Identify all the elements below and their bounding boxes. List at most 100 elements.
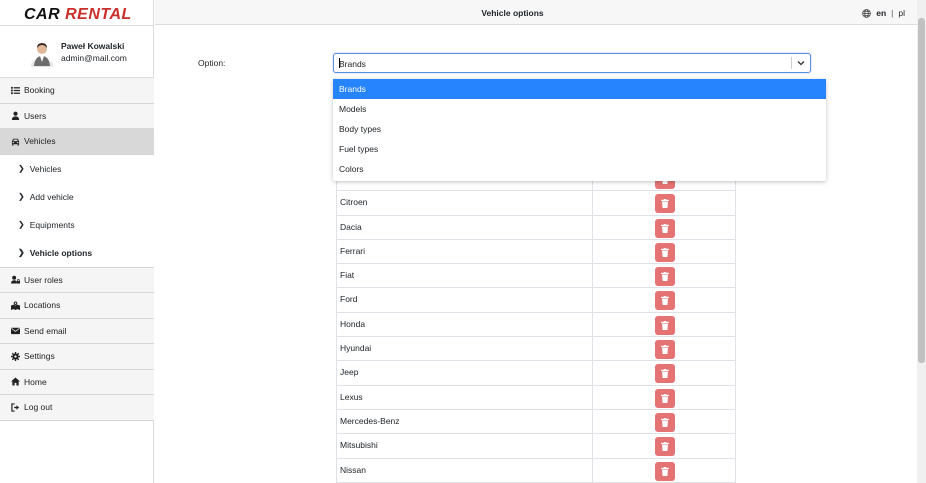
user-name: Paweł Kowalski xyxy=(61,41,125,51)
table-row: Ford xyxy=(336,288,736,313)
lang-separator: | xyxy=(891,8,894,18)
submenu-item-label: Add vehicle xyxy=(29,191,74,202)
sidebar-item-label: Log out xyxy=(24,402,53,413)
sidebar-item-label: Send email xyxy=(24,325,67,336)
sidebar-item-users[interactable]: Users xyxy=(0,103,154,129)
sidebar: CAR RENTAL Paweł Kowalski admin@mail.com… xyxy=(0,0,154,483)
trash-icon xyxy=(661,247,669,257)
chevron-right-icon: ❯ xyxy=(18,192,25,201)
brand-name-cell: Hyundai xyxy=(340,343,372,354)
page-title: Vehicle options xyxy=(481,8,544,18)
submenu-item-label: Vehicle options xyxy=(29,247,93,258)
sidebar-item-send-email[interactable]: Send email xyxy=(0,318,154,344)
dropdown-option-fuel-types[interactable]: Fuel types xyxy=(333,139,826,159)
sidebar-item-settings[interactable]: Settings xyxy=(0,344,154,370)
table-row: Fiat xyxy=(336,264,736,289)
submenu-item-vehicles[interactable]: ❯ Vehicles xyxy=(0,154,154,183)
sidebar-item-label: Users xyxy=(24,110,47,121)
delete-button[interactable] xyxy=(655,388,675,408)
lang-en-link[interactable]: en xyxy=(876,8,886,18)
list-icon xyxy=(11,86,20,94)
page-scrollbar[interactable] xyxy=(917,0,926,483)
sidebar-item-label: Locations xyxy=(24,300,61,311)
scrollbar-thumb[interactable] xyxy=(918,18,925,363)
submenu-item-equipments[interactable]: ❯ Equipments xyxy=(0,210,154,239)
delete-button[interactable] xyxy=(655,242,675,262)
delete-button[interactable] xyxy=(655,194,675,214)
option-label: Option: xyxy=(198,58,226,68)
delete-button[interactable] xyxy=(655,267,675,287)
brand-name-cell: Lexus xyxy=(340,391,363,402)
table-row: Jeep xyxy=(336,361,736,386)
table-row: Mitsubishi xyxy=(336,434,736,459)
globe-icon xyxy=(862,8,871,18)
column-divider xyxy=(592,409,593,434)
lang-pl-link[interactable]: pl xyxy=(898,8,905,18)
table-row: Mercedes-Benz xyxy=(336,409,736,435)
sidebar-item-vehicles[interactable]: Vehicles xyxy=(0,129,154,155)
sidebar-item-label: Settings xyxy=(24,351,55,362)
column-divider xyxy=(592,239,593,264)
brand-name-cell: Nissan xyxy=(340,464,366,475)
submenu-item-add-vehicle[interactable]: ❯ Add vehicle xyxy=(0,182,154,211)
sidebar-item-user-roles[interactable]: User roles xyxy=(0,267,154,293)
sidebar-item-home[interactable]: Home xyxy=(0,369,154,395)
table-row: Ferrari xyxy=(336,239,736,265)
brands-table: Citroen Dacia Ferrari Fiat Ford Honda Hyundai J… xyxy=(336,167,736,483)
trash-icon xyxy=(661,272,669,282)
chevron-right-icon: ❯ xyxy=(18,248,25,257)
dropdown-option-brands[interactable]: Brands xyxy=(333,79,826,99)
delete-button[interactable] xyxy=(655,340,675,360)
chevron-down-icon[interactable] xyxy=(796,58,806,68)
sidebar-item-label: Home xyxy=(24,376,47,387)
column-divider xyxy=(592,312,593,337)
trash-icon xyxy=(661,320,669,330)
envelope-icon xyxy=(11,328,20,335)
select-divider xyxy=(791,57,792,69)
dropdown-option-models[interactable]: Models xyxy=(333,99,826,119)
sign-out-icon xyxy=(11,403,20,412)
brand-logo[interactable]: CAR RENTAL xyxy=(0,0,153,26)
trash-icon xyxy=(661,466,669,476)
submenu-item-label: Equipments xyxy=(29,219,75,230)
dropdown-option-colors[interactable]: Colors xyxy=(333,159,826,179)
option-dropdown-menu: Brands Models Body types Fuel types Colo… xyxy=(333,79,826,181)
sidebar-item-logout[interactable]: Log out xyxy=(0,395,154,421)
delete-button[interactable] xyxy=(655,437,675,457)
column-divider xyxy=(592,264,593,288)
delete-button[interactable] xyxy=(655,291,675,311)
sidebar-item-booking[interactable]: Booking xyxy=(0,78,154,104)
table-row: Honda xyxy=(336,312,736,338)
column-divider xyxy=(592,337,593,361)
delete-button[interactable] xyxy=(655,412,675,432)
brand-name-cell: Ferrari xyxy=(340,245,366,256)
delete-button[interactable] xyxy=(655,315,675,335)
sidebar-item-label: Vehicles xyxy=(24,136,56,147)
column-divider xyxy=(592,288,593,312)
brand-name-cell: Fiat xyxy=(340,270,355,281)
user-profile: Paweł Kowalski admin@mail.com xyxy=(0,26,153,78)
sidebar-item-label: Booking xyxy=(24,85,55,96)
table-row: Citroen xyxy=(336,191,736,216)
brand-name-cell: Jeep xyxy=(340,367,359,378)
brand-name-cell: Honda xyxy=(340,318,366,329)
trash-icon xyxy=(661,296,669,306)
delete-button[interactable] xyxy=(655,364,675,384)
option-select-value: Brands xyxy=(339,59,366,69)
dropdown-option-body-types[interactable]: Body types xyxy=(333,119,826,139)
submenu-item-vehicle-options[interactable]: ❯ Vehicle options xyxy=(0,238,154,267)
home-icon xyxy=(11,377,20,386)
sidebar-item-locations[interactable]: Locations xyxy=(0,293,154,319)
trash-icon xyxy=(661,393,669,403)
chevron-right-icon: ❯ xyxy=(18,164,25,173)
top-bar: Vehicle options en | pl xyxy=(155,0,926,25)
trash-icon xyxy=(661,442,669,452)
language-switcher: en | pl xyxy=(862,8,905,18)
delete-button[interactable] xyxy=(655,461,675,481)
delete-button[interactable] xyxy=(655,218,675,238)
sidebar-item-label: User roles xyxy=(24,274,63,285)
table-row: Dacia xyxy=(336,215,736,240)
trash-icon xyxy=(661,417,669,427)
table-row: Hyundai xyxy=(336,337,736,362)
option-select[interactable]: Brands xyxy=(333,53,811,73)
